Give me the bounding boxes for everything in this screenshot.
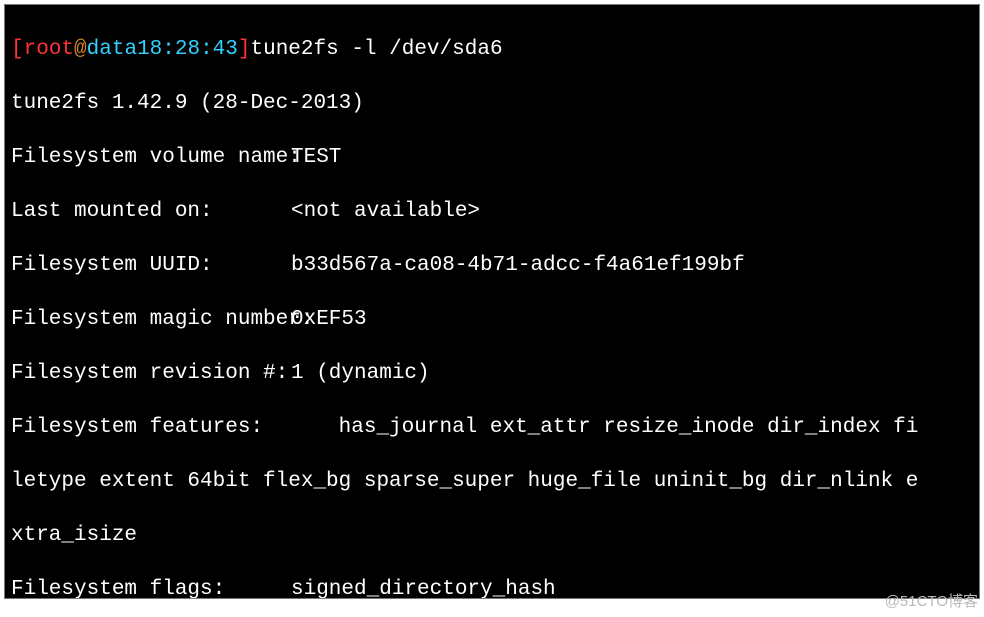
prompt-at: @ [74, 38, 87, 61]
label-flags: Filesystem flags: [11, 576, 291, 599]
prompt-user: root [24, 38, 74, 61]
row-magic: Filesystem magic number:0xEF53 [11, 306, 973, 333]
version-line: tune2fs 1.42.9 (28-Dec-2013) [11, 90, 973, 117]
prompt-rbracket: ] [238, 38, 251, 61]
row-uuid: Filesystem UUID:b33d567a-ca08-4b71-adcc-… [11, 252, 973, 279]
value-flags: signed_directory_hash [291, 576, 556, 599]
prompt-host: data [87, 38, 137, 61]
value-last-mount: <not available> [291, 198, 480, 225]
row-features-1: Filesystem features: has_journal ext_att… [11, 414, 973, 441]
value-revision: 1 (dynamic) [291, 360, 430, 387]
prompt-lbracket: [ [11, 38, 24, 61]
row-last-mount: Last mounted on:<not available> [11, 198, 973, 225]
row-volume-name: Filesystem volume name:TEST [11, 144, 973, 171]
label-magic: Filesystem magic number: [11, 306, 291, 333]
value-volume-name: TEST [291, 144, 341, 171]
command-text: tune2fs -l /dev/sda6 [251, 38, 503, 61]
label-volume-name: Filesystem volume name: [11, 144, 291, 171]
prompt-line: [root@data18:28:43]tune2fs -l /dev/sda6 [11, 36, 973, 63]
label-revision: Filesystem revision #: [11, 360, 291, 387]
watermark-text: @51CTO博客 [885, 590, 978, 611]
value-uuid: b33d567a-ca08-4b71-adcc-f4a61ef199bf [291, 252, 745, 279]
row-features-2: letype extent 64bit flex_bg sparse_super… [11, 468, 973, 495]
row-features-3: xtra_isize [11, 522, 973, 549]
prompt-time: 18:28:43 [137, 38, 238, 61]
label-uuid: Filesystem UUID: [11, 252, 291, 279]
row-flags: Filesystem flags:signed_directory_hash [11, 576, 973, 599]
terminal-frame: [root@data18:28:43]tune2fs -l /dev/sda6 … [4, 4, 980, 599]
row-revision: Filesystem revision #:1 (dynamic) [11, 360, 973, 387]
value-magic: 0xEF53 [291, 306, 367, 333]
terminal-output[interactable]: [root@data18:28:43]tune2fs -l /dev/sda6 … [5, 5, 979, 598]
label-last-mount: Last mounted on: [11, 198, 291, 225]
